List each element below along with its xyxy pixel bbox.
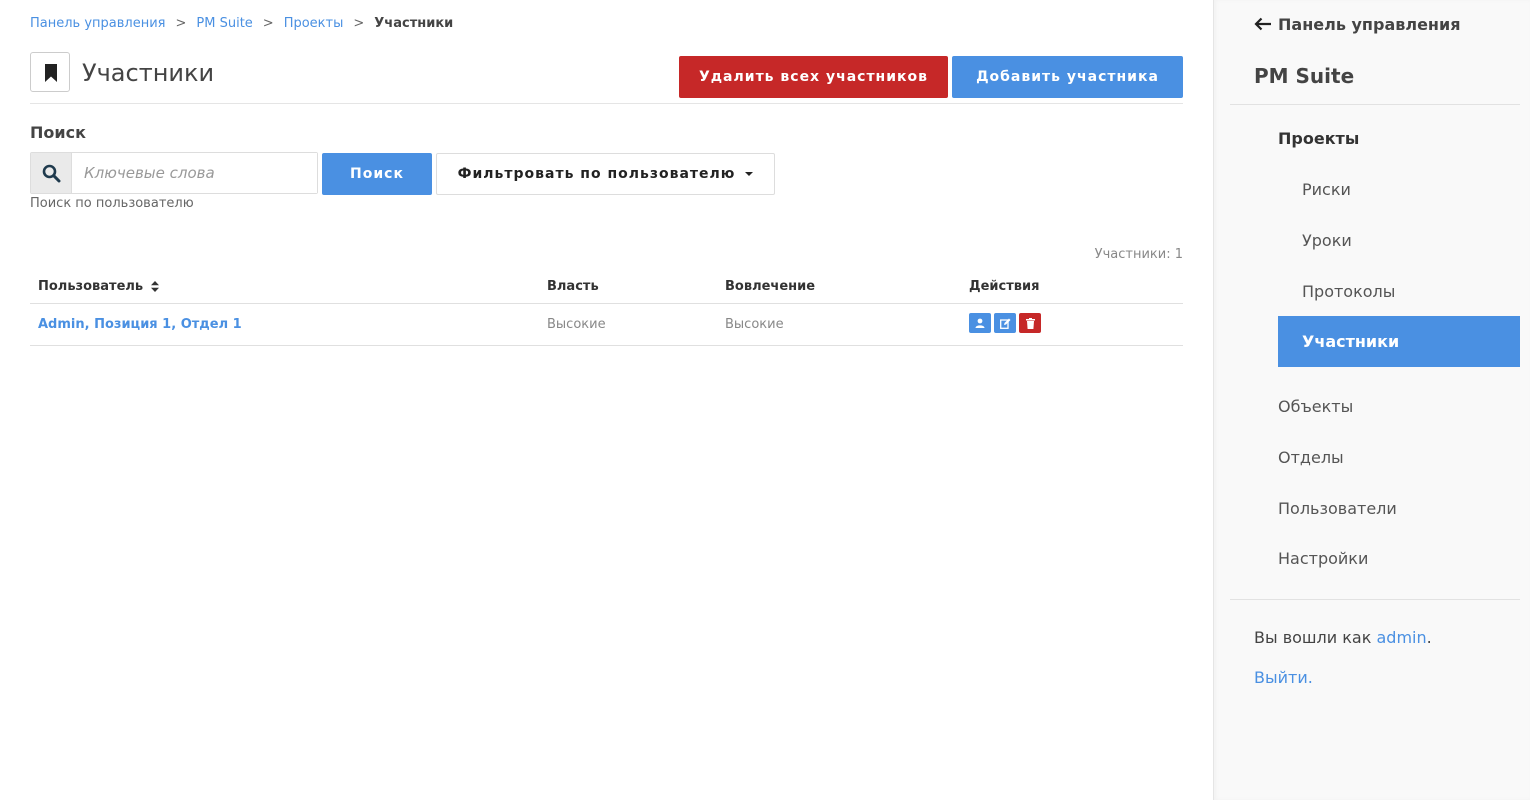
column-header-power: Власть — [547, 279, 599, 294]
sidebar-item-risks[interactable]: Риски — [1278, 164, 1520, 215]
search-input-group — [30, 152, 318, 194]
cell-power: Высокие — [547, 317, 606, 332]
logged-in-status: Вы вошли как admin. — [1254, 628, 1432, 647]
page-header: Участники Удалить всех участников Добави… — [30, 52, 1183, 104]
search-help-text: Поиск по пользователю — [30, 196, 194, 211]
sidebar-item-users[interactable]: Пользователи — [1278, 483, 1397, 534]
arrow-left-icon — [1254, 17, 1271, 31]
column-header-user[interactable]: Пользователь — [38, 279, 159, 294]
filter-by-user-label: Фильтровать по пользователю — [457, 166, 736, 182]
cell-user: Admin, Позиция 1, Отдел 1 — [38, 317, 242, 332]
breadcrumb-current: Участники — [374, 15, 454, 31]
table-row: Admin, Позиция 1, Отдел 1 Высокие Высоки… — [30, 304, 1183, 346]
app-title: PM Suite — [1254, 64, 1355, 88]
column-header-actions: Действия — [969, 279, 1040, 294]
sidebar-item-lessons[interactable]: Уроки — [1278, 215, 1520, 266]
search-input[interactable] — [72, 153, 317, 193]
breadcrumb-link-dashboard[interactable]: Панель управления — [30, 16, 166, 31]
delete-all-participants-button[interactable]: Удалить всех участников — [679, 56, 948, 98]
main-content: Панель управления > PM Suite > Проекты >… — [30, 0, 1183, 800]
row-actions — [969, 313, 1041, 333]
sidebar-item-objects[interactable]: Объекты — [1278, 381, 1353, 432]
sidebar-item-departments[interactable]: Отделы — [1278, 432, 1344, 483]
column-header-user-label: Пользователь — [38, 279, 144, 294]
page-title: Участники — [82, 59, 215, 87]
current-user-link[interactable]: admin — [1376, 628, 1426, 647]
delete-button[interactable] — [1019, 313, 1041, 333]
bookmark-icon — [30, 52, 70, 92]
sidebar-divider — [1230, 599, 1520, 600]
participant-link[interactable]: Admin, Позиция 1, Отдел 1 — [38, 317, 242, 332]
participants-table: Пользователь Власть Вовлечение Действия … — [30, 270, 1183, 346]
sidebar: Панель управления PM Suite Проекты Риски… — [1213, 0, 1530, 800]
search-icon — [31, 153, 72, 193]
sidebar-item-protocols[interactable]: Протоколы — [1278, 266, 1520, 317]
view-user-button[interactable] — [969, 313, 991, 333]
logged-in-prefix: Вы вошли как — [1254, 628, 1377, 647]
cell-involvement: Высокие — [725, 317, 784, 332]
search-label: Поиск — [30, 123, 86, 142]
sidebar-item-projects[interactable]: Проекты — [1278, 113, 1359, 164]
user-icon — [975, 318, 985, 328]
back-to-dashboard-link[interactable]: Панель управления — [1254, 12, 1460, 36]
caret-down-icon — [745, 172, 754, 176]
breadcrumb-separator: > — [353, 15, 365, 31]
sidebar-divider — [1230, 104, 1520, 105]
logged-in-suffix: . — [1426, 628, 1432, 647]
add-participant-button[interactable]: Добавить участника — [952, 56, 1183, 98]
search-button[interactable]: Поиск — [322, 153, 432, 195]
breadcrumb: Панель управления > PM Suite > Проекты >… — [30, 14, 453, 32]
filter-by-user-dropdown[interactable]: Фильтровать по пользователю — [436, 153, 775, 195]
breadcrumb-link-pm-suite[interactable]: PM Suite — [196, 16, 252, 31]
sort-icon — [150, 281, 159, 292]
sidebar-item-settings[interactable]: Настройки — [1278, 533, 1368, 584]
table-header: Пользователь Власть Вовлечение Действия — [30, 270, 1183, 304]
trash-icon — [1025, 317, 1035, 329]
sidebar-item-participants[interactable]: Участники — [1278, 316, 1520, 367]
breadcrumb-link-projects[interactable]: Проекты — [284, 16, 344, 31]
back-link-label: Панель управления — [1278, 14, 1461, 34]
breadcrumb-separator: > — [262, 15, 274, 31]
logout-link[interactable]: Выйти. — [1254, 668, 1313, 687]
edit-icon — [999, 318, 1010, 329]
column-header-involvement: Вовлечение — [725, 279, 816, 294]
participants-count: Участники: 1 — [1094, 247, 1183, 262]
edit-button[interactable] — [994, 313, 1016, 333]
breadcrumb-separator: > — [175, 15, 187, 31]
